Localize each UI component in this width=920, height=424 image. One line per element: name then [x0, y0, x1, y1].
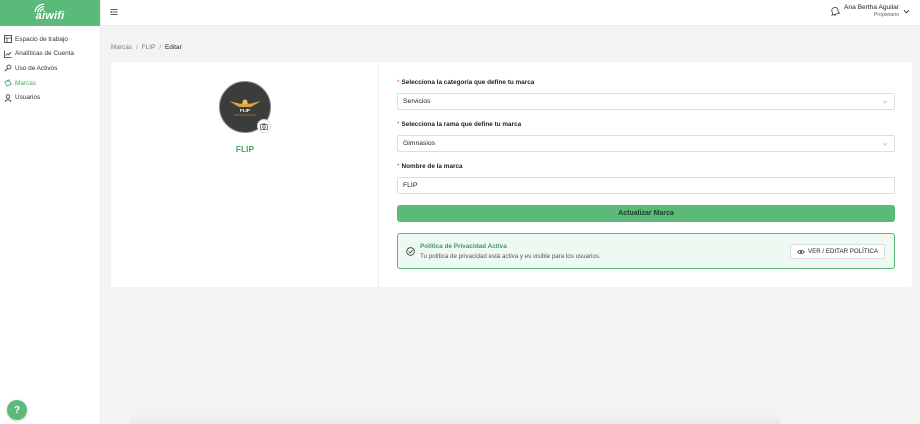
sidebar-item-label: Analíticas de Cuenta	[15, 50, 74, 58]
brand-name-label: * Nombre de la marca	[397, 163, 463, 170]
sidebar: aiwifi Espacio de trabajo Analíticas de …	[0, 0, 101, 424]
user-icon	[4, 93, 12, 102]
required-mark: *	[397, 163, 400, 170]
help-button[interactable]: ?	[7, 400, 27, 420]
breadcrumb: Marcas / FLIP / Editar	[111, 44, 182, 51]
tag-icon	[4, 79, 12, 87]
breadcrumb-item-current: Editar	[165, 44, 182, 51]
brand-name-value: FLIP	[403, 182, 418, 189]
logo-bar[interactable]: aiwifi	[0, 0, 100, 26]
sidebar-item-uso-de-activos[interactable]: Uso de Activos	[0, 61, 100, 76]
sidebar-item-espacio-de-trabajo[interactable]: Espacio de trabajo	[0, 32, 100, 47]
required-mark: *	[397, 121, 400, 128]
category-value: Servicios	[403, 98, 431, 105]
brand-logo-icon: FLIP	[229, 99, 261, 116]
sidebar-item-label: Espacio de trabajo	[15, 35, 68, 43]
sidebar-item-label: Marcas	[15, 79, 36, 87]
user-info: Ana Bertha Aguilar Propietario	[844, 4, 899, 18]
sidebar-item-analiticas[interactable]: Analíticas de Cuenta	[0, 47, 100, 62]
wifi-logo-icon	[34, 3, 45, 13]
edit-brand-card: FLIP FLIP * Selecciona la categoría que d…	[111, 62, 912, 287]
chart-icon	[4, 50, 12, 58]
sidebar-item-label: Usuarios	[15, 94, 41, 102]
breadcrumb-item-marcas[interactable]: Marcas	[111, 44, 132, 51]
sidebar-item-label: Uso de Activos	[15, 64, 58, 72]
breadcrumb-separator: /	[135, 44, 138, 51]
view-edit-policy-button[interactable]: VER / EDITAR POLÍTICA	[789, 244, 885, 259]
brand-name-input[interactable]: FLIP	[397, 177, 895, 194]
privacy-policy-banner: Política de Privacidad Activa Tu polític…	[397, 233, 895, 269]
chevron-down-icon[interactable]	[903, 8, 910, 15]
category-select[interactable]: Servicios	[397, 93, 895, 110]
menu-toggle-icon[interactable]	[110, 8, 118, 16]
bottom-shade	[130, 414, 780, 424]
brand-preview-pane: FLIP FLIP	[111, 62, 379, 287]
branch-label: * Selecciona la rama que define tu marca	[397, 121, 521, 128]
brand-logo-text: FLIP	[240, 108, 250, 113]
chevron-down-icon	[882, 142, 888, 146]
change-logo-button[interactable]	[257, 119, 271, 133]
breadcrumb-separator: /	[159, 44, 162, 51]
required-mark: *	[397, 79, 400, 86]
user-role: Propietario	[873, 12, 899, 18]
policy-description: Tu política de privacidad está activa y …	[420, 253, 601, 260]
bell-icon[interactable]	[830, 6, 841, 16]
branch-value: Gimnasios	[403, 140, 436, 147]
eye-icon	[796, 249, 805, 254]
policy-title: Política de Privacidad Activa	[420, 243, 507, 250]
brand-name-label-text: Nombre de la marca	[401, 163, 463, 170]
breadcrumb-item-brand[interactable]: FLIP	[142, 44, 156, 51]
user-menu[interactable]: Ana Bertha Aguilar Propietario	[830, 4, 910, 18]
sidebar-item-marcas[interactable]: Marcas	[0, 76, 100, 91]
workspace-icon	[4, 35, 12, 44]
sidebar-item-usuarios[interactable]: Usuarios	[0, 90, 100, 105]
key-icon	[4, 64, 12, 72]
update-brand-button[interactable]: Actualizar Marca	[397, 205, 895, 222]
top-header: Ana Bertha Aguilar Propietario	[101, 0, 920, 26]
user-name: Ana Bertha Aguilar	[844, 4, 899, 11]
chevron-down-icon	[882, 100, 888, 104]
sidebar-nav: Espacio de trabajo Analíticas de Cuenta …	[0, 32, 100, 105]
check-circle-icon	[406, 247, 415, 256]
branch-label-text: Selecciona la rama que define tu marca	[401, 121, 522, 128]
brand-name: FLIP	[235, 144, 255, 154]
category-label-text: Selecciona la categoría que define tu ma…	[401, 79, 535, 86]
camera-icon	[260, 123, 268, 130]
category-label: * Selecciona la categoría que define tu m…	[397, 79, 534, 86]
branch-select[interactable]: Gimnasios	[397, 135, 895, 152]
view-edit-policy-label: VER / EDITAR POLÍTICA	[807, 248, 878, 255]
